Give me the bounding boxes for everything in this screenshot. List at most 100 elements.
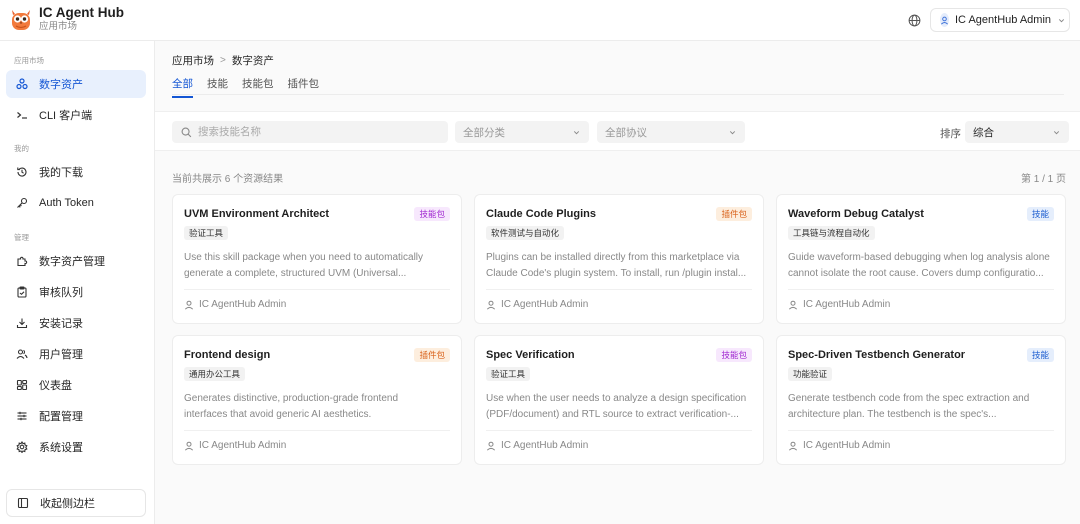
sidebar-item-user-management[interactable]: 用户管理 [6,340,146,368]
asset-card[interactable]: Spec Verification 技能包 验证工具 Use when the … [474,335,764,465]
chevron-down-icon [1057,16,1066,25]
app-name: IC Agent Hub [39,5,124,20]
user-icon [184,300,194,310]
sidebar-item-label: 数字资产管理 [39,256,105,268]
card-author: IC AgentHub Admin [788,440,890,451]
sidebar-item-system-settings[interactable]: 系统设置 [6,433,146,461]
card-author-name: IC AgentHub Admin [199,299,287,310]
terminal-icon [16,109,28,121]
sidebar-item-install-records[interactable]: 安装记录 [6,309,146,337]
asset-card[interactable]: UVM Environment Architect 技能包 验证工具 Use t… [172,194,462,324]
card-category-tag: 验证工具 [184,226,229,240]
card-author: IC AgentHub Admin [184,440,286,451]
key-icon [16,197,28,209]
sidebar-item-label: Auth Token [39,197,94,209]
asset-card[interactable]: Spec-Driven Testbench Generator 技能 功能验证 … [776,335,1066,465]
user-icon [486,441,496,451]
card-type-badge: 技能包 [716,348,752,362]
card-author-name: IC AgentHub Admin [501,440,589,451]
card-divider [788,430,1054,431]
card-divider [486,430,752,431]
card-author: IC AgentHub Admin [486,440,588,451]
sidebar-item-review-queue[interactable]: 审核队列 [6,278,146,306]
card-title: Frontend design [184,349,271,361]
sidebar-item-auth-token[interactable]: Auth Token [6,189,146,217]
download-icon [16,317,28,329]
card-title: UVM Environment Architect [184,208,330,220]
category-select[interactable]: 全部分类 [455,121,589,143]
card-description: Generate testbench code from the spec ex… [788,393,1030,420]
sidebar-section-label: 我的 [14,144,29,153]
sidebar-item-dashboard[interactable]: 仪表盘 [6,371,146,399]
sidebar-item-cli-client[interactable]: CLI 客户端 [6,101,146,129]
collapse-sidebar-button[interactable]: 收起侧边栏 [6,489,146,517]
owl-logo-icon [9,5,33,33]
sidebar: 应用市场 数字资产 CLI 客户端 我的 我的下载 Auth Token 管理 … [0,41,155,524]
brand[interactable]: IC Agent Hub 应用市场 [9,5,124,33]
sidebar-section-label: 管理 [14,233,29,242]
language-button[interactable] [905,11,923,29]
card-divider [184,289,450,290]
card-title: Waveform Debug Catalyst [788,208,924,220]
card-title: Claude Code Plugins [486,208,597,220]
card-category-tag: 功能验证 [788,367,833,381]
sidebar-section-label: 应用市场 [14,56,44,65]
card-divider [184,430,450,431]
card-type-badge: 插件包 [414,348,450,362]
card-category-tag: 验证工具 [486,367,531,381]
card-title: Spec Verification [486,349,575,361]
asset-card[interactable]: Frontend design 插件包 通用办公工具 Generates dis… [172,335,462,465]
card-author-name: IC AgentHub Admin [803,299,891,310]
sidebar-item-label: 安装记录 [39,318,83,330]
user-icon [788,300,798,310]
sidebar-item-digital-assets[interactable]: 数字资产 [6,70,146,98]
dashboard-icon [16,379,28,391]
breadcrumb-parent[interactable]: 应用市场 [172,53,214,68]
assets-icon [16,78,28,90]
breadcrumb: 应用市场 > 数字资产 [172,53,274,68]
card-description: Guide waveform-based debugging when log … [788,252,1050,279]
card-author: IC AgentHub Admin [788,299,890,310]
users-icon [16,348,28,360]
sidebar-item-label: 系统设置 [39,442,83,454]
protocol-select[interactable]: 全部协议 [597,121,745,143]
card-author-name: IC AgentHub Admin [199,440,287,451]
card-description: Plugins can be installed directly from t… [486,252,747,279]
asset-card[interactable]: Waveform Debug Catalyst 技能 工具链与流程自动化 Gui… [776,194,1066,324]
sidebar-collapse-icon [17,497,29,509]
sidebar-item-asset-management[interactable]: 数字资产管理 [6,247,146,275]
filter-bar: 全部分类 全部协议 排序 综合 [155,111,1080,151]
asset-card[interactable]: Claude Code Plugins 插件包 软件测试与自动化 Plugins… [474,194,764,324]
page-indicator: 第 1 / 1 页 [1020,174,1066,185]
sidebar-item-label: 数字资产 [39,79,83,91]
collapse-sidebar-label: 收起侧边栏 [40,498,95,510]
result-count: 当前共展示 6 个资源结果 [172,174,284,185]
sidebar-item-label: 审核队列 [39,287,83,299]
sort-label: 排序 [940,128,961,140]
user-name: IC AgentHub Admin [955,14,1052,26]
chevron-down-icon [1052,128,1061,137]
card-description: Use when the user needs to analyze a des… [486,393,747,420]
globe-icon [908,14,921,27]
history-icon [16,166,28,178]
sidebar-item-label: 用户管理 [39,349,83,361]
user-icon [486,300,496,310]
sidebar-item-config-management[interactable]: 配置管理 [6,402,146,430]
card-author-name: IC AgentHub Admin [803,440,891,451]
sidebar-item-label: 我的下载 [39,167,83,179]
sidebar-item-my-downloads[interactable]: 我的下载 [6,158,146,186]
app-subtitle: 应用市场 [39,21,78,32]
sort-select[interactable]: 综合 [965,121,1069,143]
sidebar-item-label: 仪表盘 [39,380,72,392]
card-category-tag: 工具链与流程自动化 [788,226,875,240]
chevron-down-icon [728,128,737,137]
card-title: Spec-Driven Testbench Generator [788,349,966,361]
card-author-name: IC AgentHub Admin [501,299,589,310]
search-input[interactable] [198,126,438,138]
card-description: Use this skill package when you need to … [184,252,424,279]
tabs-divider [172,94,1064,95]
card-divider [788,289,1054,290]
user-icon [184,441,194,451]
gear-icon [16,441,28,453]
user-menu-button[interactable]: IC AgentHub Admin [930,8,1070,32]
